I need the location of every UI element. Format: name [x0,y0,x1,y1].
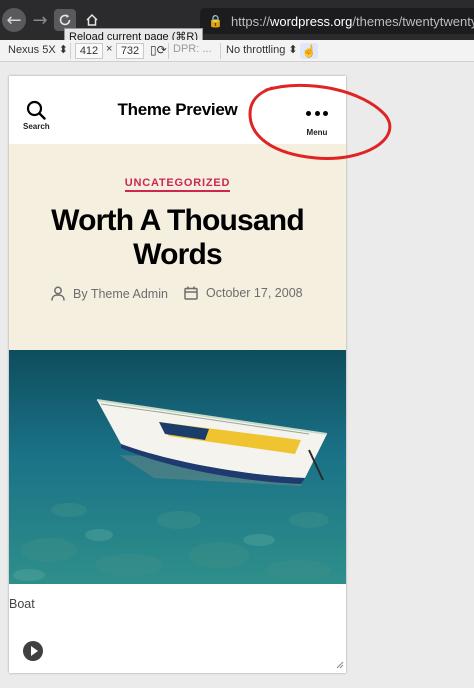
height-input[interactable]: 732 [116,43,144,59]
lock-icon: 🔒 [208,14,223,28]
post-author[interactable]: By Theme Admin [51,286,168,301]
post-title[interactable]: Worth A Thousand Words [19,204,336,272]
entry-header: UNCATEGORIZED Worth A Thousand Words By … [9,144,346,350]
url-domain: wordpress.org [269,13,353,29]
chevron-updown-icon: ⬍ [58,44,68,56]
category-link[interactable]: UNCATEGORIZED [9,177,346,192]
device-viewport: Search Theme Preview Menu UNCATEGORIZED … [9,76,346,673]
forward-arrow-icon[interactable]: → [28,8,52,32]
rotate-icon[interactable]: ▯⟳ [150,43,167,57]
calendar-icon [184,286,198,300]
back-arrow-icon[interactable]: ← [2,8,26,32]
annotation-circle [248,83,392,160]
divider [220,43,221,59]
play-icon[interactable] [23,641,43,661]
image-caption: Boat [9,597,35,611]
resize-grip-icon[interactable] [336,661,344,669]
chevron-updown-icon: ⬍ [288,44,298,56]
touch-pointer-icon[interactable]: ☝ [300,43,318,59]
dpr-select[interactable]: DPR: ... [173,43,212,55]
url-prefix: https:// [230,13,270,29]
address-bar[interactable]: 🔒 https://wordpress.org/themes/twentytwe… [200,8,474,34]
divider [168,43,169,59]
width-input[interactable]: 412 [75,43,103,59]
featured-image-boat [9,350,346,584]
device-select[interactable]: Nexus 5X ⬍ [8,43,68,56]
divider [70,43,71,59]
url-path: /themes/twentytwenty/ [352,13,474,29]
dimension-times: × [106,43,113,55]
search-label: Search [23,122,50,131]
post-date[interactable]: October 17, 2008 [184,286,303,300]
throttling-select[interactable]: No throttling ⬍ [226,43,298,56]
device-toolbar: Nexus 5X ⬍ 412 × 732 ▯⟳ DPR: ... No thro… [0,40,474,62]
user-icon [51,286,65,301]
